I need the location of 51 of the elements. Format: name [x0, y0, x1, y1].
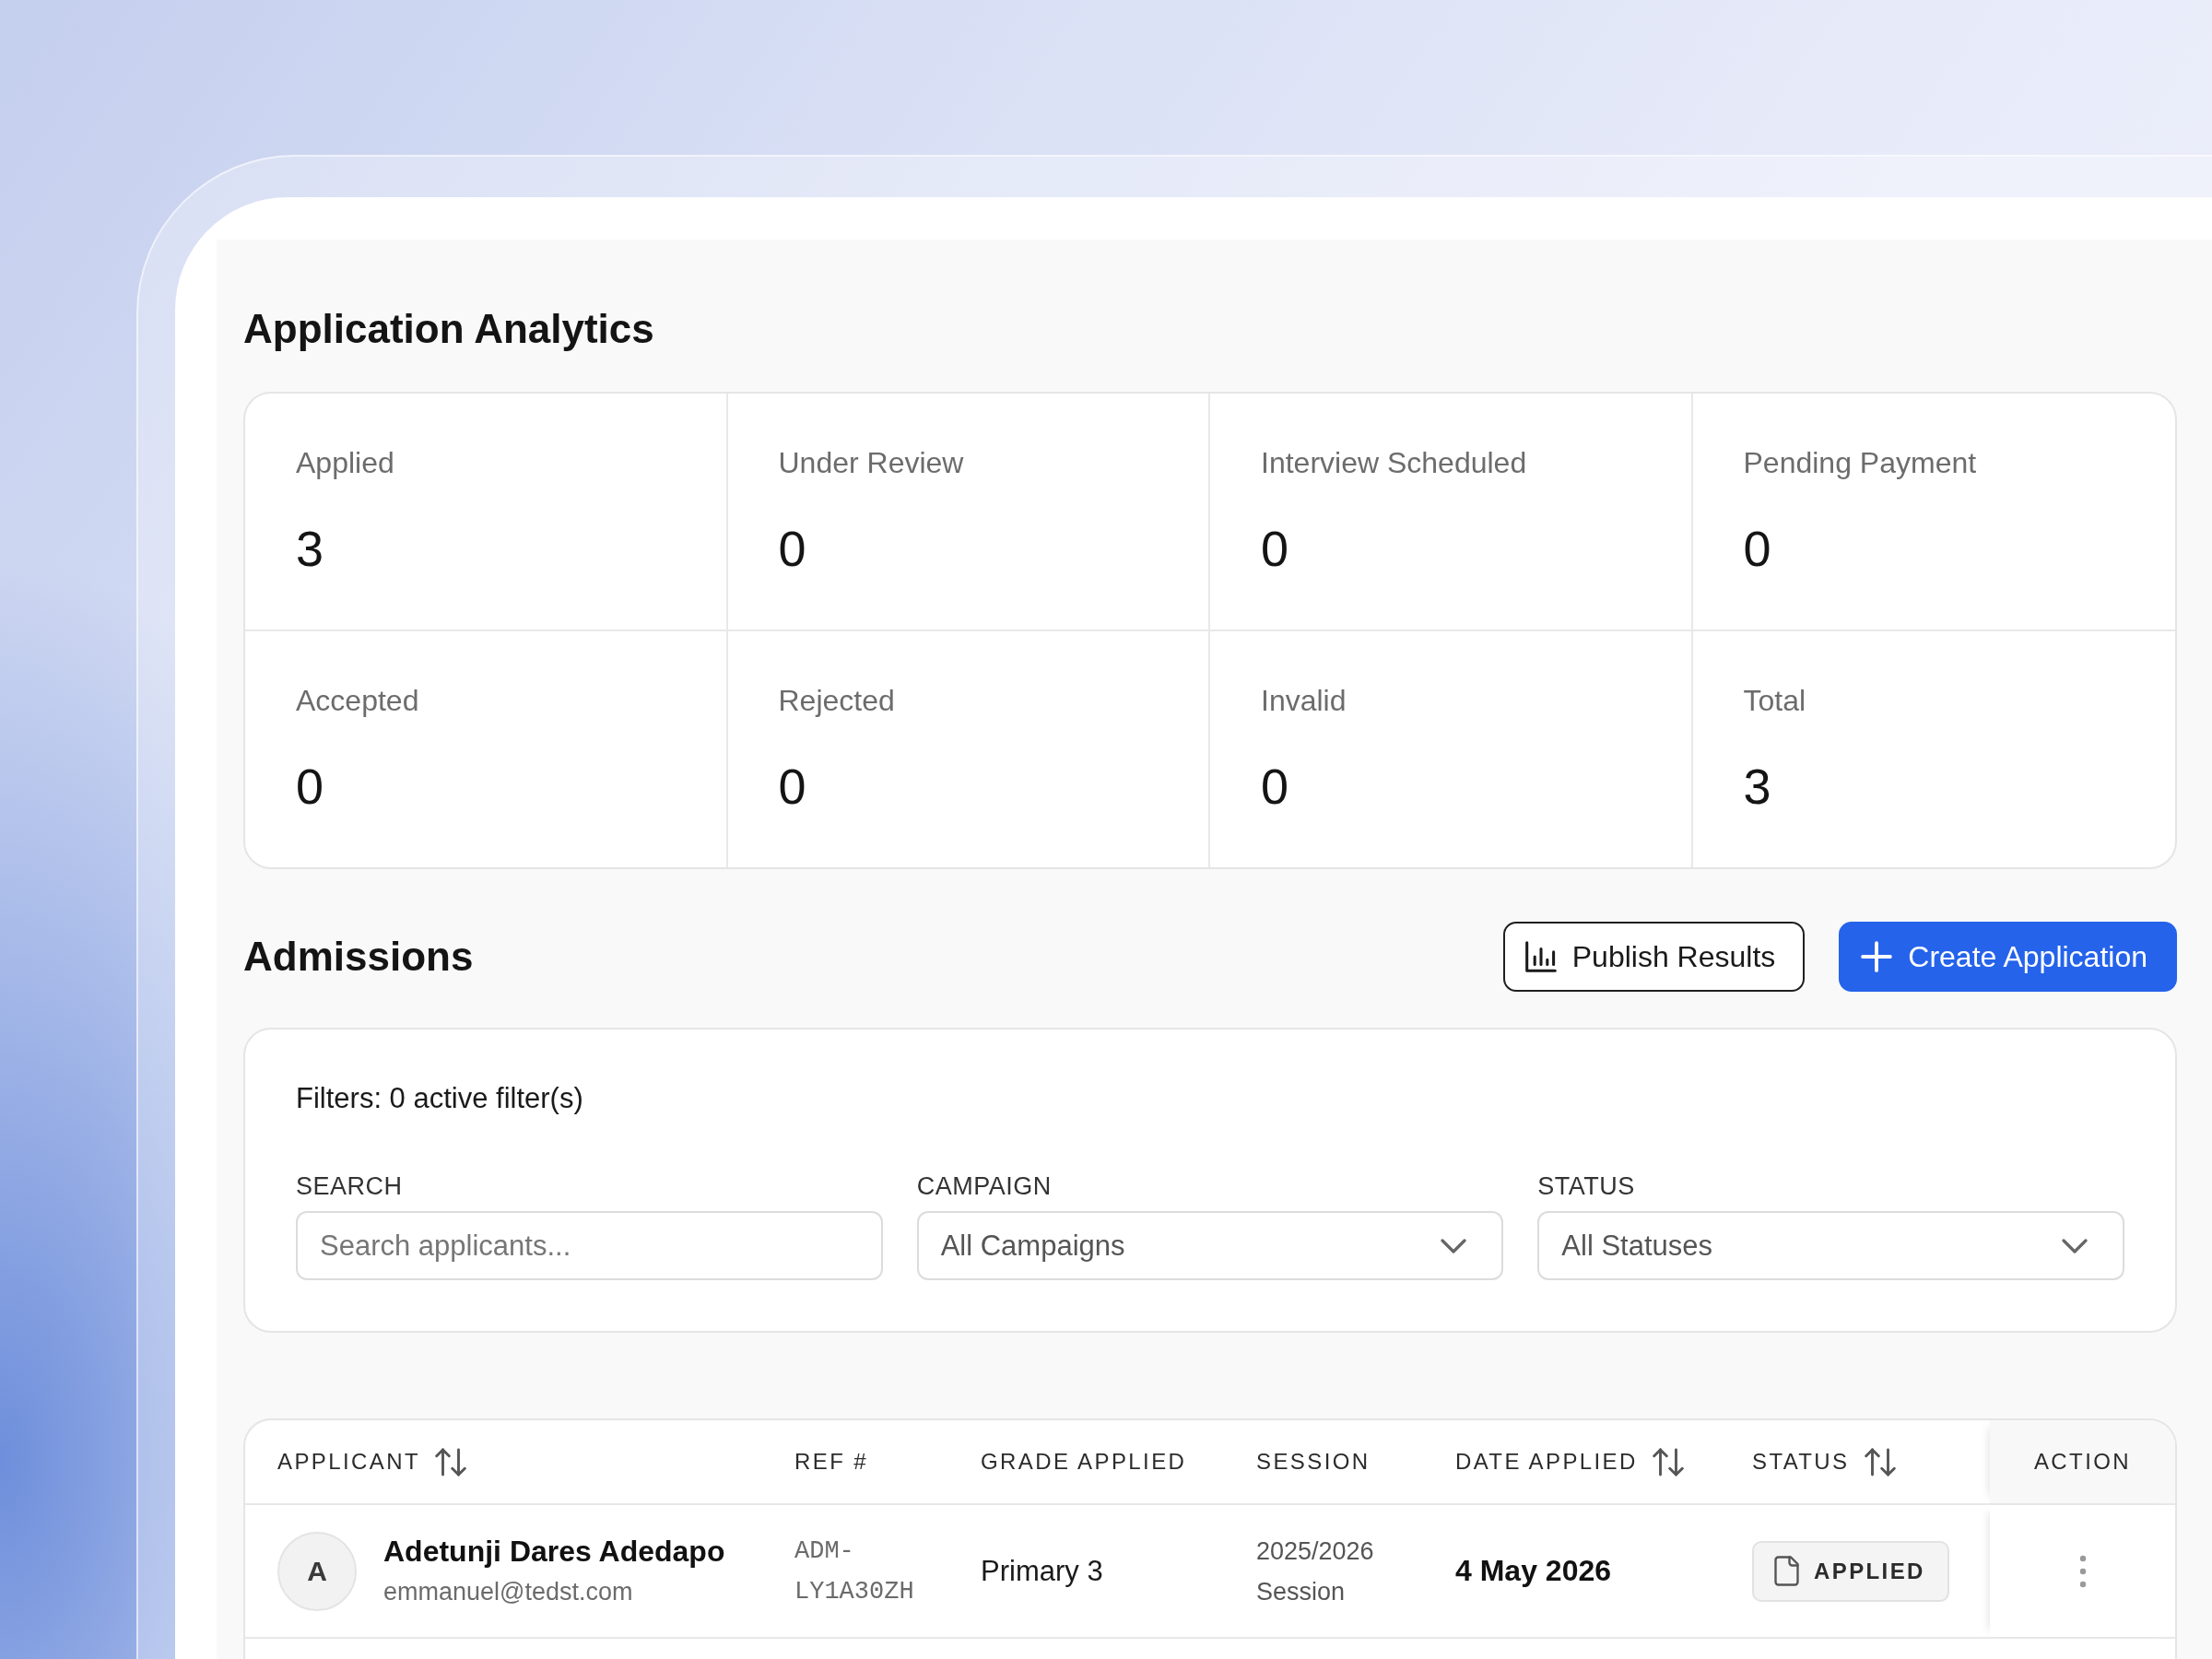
sort-icon[interactable] — [435, 1447, 466, 1477]
stat-value: 3 — [1743, 758, 1771, 816]
status-label: APPLIED — [1814, 1558, 1925, 1584]
date-text: 4 May 2026 — [1455, 1554, 1611, 1588]
sortable-column-header[interactable]: STATUS — [1752, 1447, 1896, 1477]
search-field[interactable]: Search applicants... — [296, 1211, 883, 1280]
stat-value: 0 — [1743, 520, 1771, 578]
sortable-column-header[interactable]: DATE APPLIED — [1455, 1447, 1684, 1477]
column-header: SESSION — [1256, 1448, 1371, 1476]
column-header: ACTION — [2033, 1448, 2132, 1476]
plus-icon — [1861, 941, 1893, 972]
column-header: REF # — [794, 1448, 868, 1476]
stat-label: Under Review — [778, 445, 964, 481]
document-icon — [1774, 1556, 1799, 1586]
stat-value: 0 — [778, 520, 806, 578]
chevron-down-icon — [1441, 1238, 1467, 1253]
sort-icon[interactable] — [1864, 1447, 1896, 1477]
dropdown-field[interactable]: All Campaigns — [916, 1211, 1504, 1280]
stat-label: Applied — [296, 445, 394, 481]
reference-number: ADM-LY1A30ZH — [794, 1535, 915, 1607]
stat-label: Pending Payment — [1743, 445, 1977, 481]
stat-label: Interview Scheduled — [1261, 445, 1527, 481]
sort-icon[interactable] — [1652, 1447, 1684, 1477]
primary-button[interactable]: Create Application — [1839, 922, 2177, 992]
column-header: GRADE APPLIED — [981, 1448, 1187, 1476]
stat-value: 0 — [778, 758, 806, 816]
applicant-email: emmanuel@tedst.com — [383, 1576, 633, 1607]
stat-label: Rejected — [778, 683, 895, 719]
avatar: A — [277, 1531, 357, 1611]
field-label: SEARCH — [296, 1171, 403, 1201]
applicant-name: Adetunji Dares Adedapo — [383, 1533, 725, 1570]
stat-label: Invalid — [1261, 683, 1347, 719]
secondary-button[interactable]: Publish Results — [1502, 922, 1806, 992]
grade-text: Primary 3 — [981, 1554, 1103, 1588]
stat-value: 3 — [296, 520, 324, 578]
session-text: 2025/2026 Session — [1256, 1535, 1375, 1607]
filter-summary: Filters: 0 active filter(s) — [296, 1081, 583, 1116]
dropdown-field[interactable]: All Statuses — [1537, 1211, 2124, 1280]
stat-value: 0 — [1261, 758, 1289, 816]
stat-label: Total — [1743, 683, 1806, 719]
field-label: CAMPAIGN — [916, 1171, 1052, 1201]
field-label: STATUS — [1537, 1171, 1635, 1201]
sortable-column-header[interactable]: APPLICANT — [277, 1447, 466, 1477]
bar-chart-icon — [1524, 941, 1557, 972]
page-title: Application Analytics — [243, 307, 654, 351]
stat-value: 0 — [1261, 520, 1289, 578]
section-title: Admissions — [243, 935, 474, 979]
more-options-icon[interactable] — [2078, 1554, 2087, 1588]
chevron-down-icon — [2062, 1238, 2088, 1253]
stat-label: Accepted — [296, 683, 419, 719]
stat-value: 0 — [296, 758, 324, 816]
